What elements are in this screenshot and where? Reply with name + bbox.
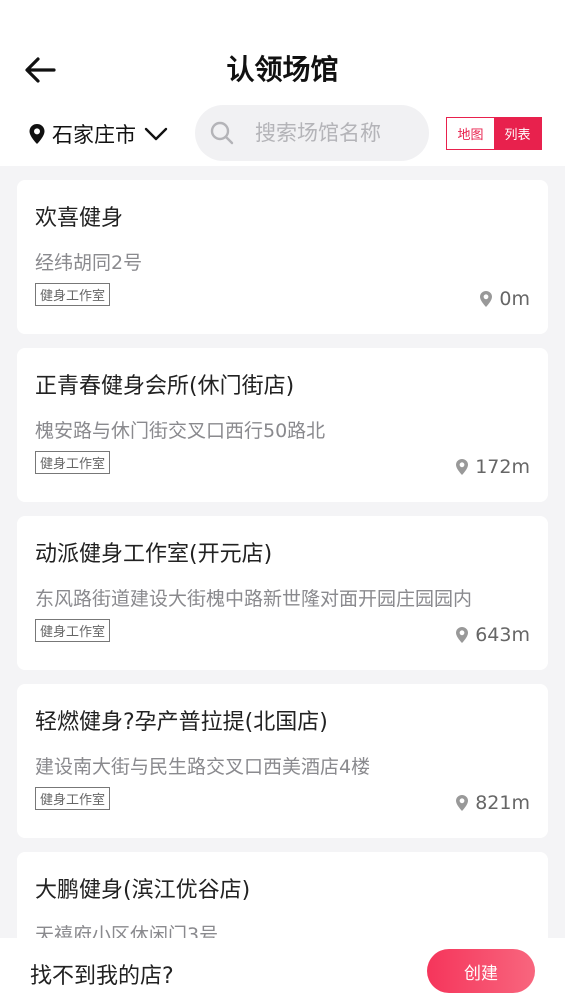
venue-distance: 821m: [455, 792, 530, 814]
venue-address: 经纬胡同2号: [35, 252, 143, 274]
city-name: 石家庄市: [52, 123, 136, 147]
venue-name: 正青春健身会所(休门街店): [35, 374, 295, 399]
venue-card[interactable]: 正青春健身会所(休门街店) 槐安路与休门街交叉口西行50路北 健身工作室 172…: [17, 348, 548, 502]
location-pin-icon: [456, 459, 469, 475]
venue-card[interactable]: 动派健身工作室(开元店) 东风路街道建设大街槐中路新世隆对面开园庄园园内 健身工…: [17, 516, 548, 670]
header: 认领场馆 石家庄市 地图 列表: [0, 0, 565, 166]
venue-card[interactable]: 欢喜健身 经纬胡同2号 健身工作室 0m: [17, 180, 548, 334]
location-pin-icon: [456, 627, 469, 643]
location-pin-icon: [480, 291, 493, 307]
venue-address: 东风路街道建设大街槐中路新世隆对面开园庄园园内: [35, 588, 473, 610]
venue-distance: 172m: [455, 456, 530, 478]
venue-name: 动派健身工作室(开元店): [35, 542, 273, 567]
venue-tag: 健身工作室: [35, 787, 111, 810]
venue-distance: 0m: [479, 288, 530, 310]
venue-card[interactable]: 轻燃健身?孕产普拉提(北国店) 建设南大街与民生路交叉口西美酒店4楼 健身工作室…: [17, 684, 548, 838]
chevron-down-icon: [144, 127, 168, 141]
city-selector[interactable]: 石家庄市: [28, 116, 168, 152]
not-found-hint: 找不到我的店?: [30, 964, 174, 989]
toggle-list-button[interactable]: 列表: [494, 118, 541, 149]
view-toggle: 地图 列表: [446, 117, 542, 150]
venue-address: 槐安路与休门街交叉口西行50路北: [35, 420, 326, 442]
venue-name: 欢喜健身: [35, 206, 124, 231]
search-input[interactable]: [255, 121, 425, 145]
venue-address: 建设南大街与民生路交叉口西美酒店4楼: [35, 756, 371, 778]
search-box[interactable]: [195, 105, 429, 161]
toggle-map-button[interactable]: 地图: [447, 118, 494, 149]
location-pin-icon: [29, 124, 45, 144]
venue-tag: 健身工作室: [35, 619, 111, 642]
location-pin-icon: [456, 795, 469, 811]
search-icon: [210, 121, 234, 145]
venue-name: 大鹏健身(滨江优谷店): [35, 878, 251, 903]
page-title: 认领场馆: [226, 53, 339, 86]
venue-name: 轻燃健身?孕产普拉提(北国店): [35, 710, 328, 735]
distance-value: 172m: [475, 456, 530, 478]
distance-value: 0m: [499, 288, 530, 310]
venue-tag: 健身工作室: [35, 451, 111, 474]
create-button[interactable]: 创建: [427, 949, 535, 993]
venue-distance: 643m: [455, 624, 530, 646]
distance-value: 821m: [475, 792, 530, 814]
distance-value: 643m: [475, 624, 530, 646]
venue-tag: 健身工作室: [35, 283, 111, 306]
